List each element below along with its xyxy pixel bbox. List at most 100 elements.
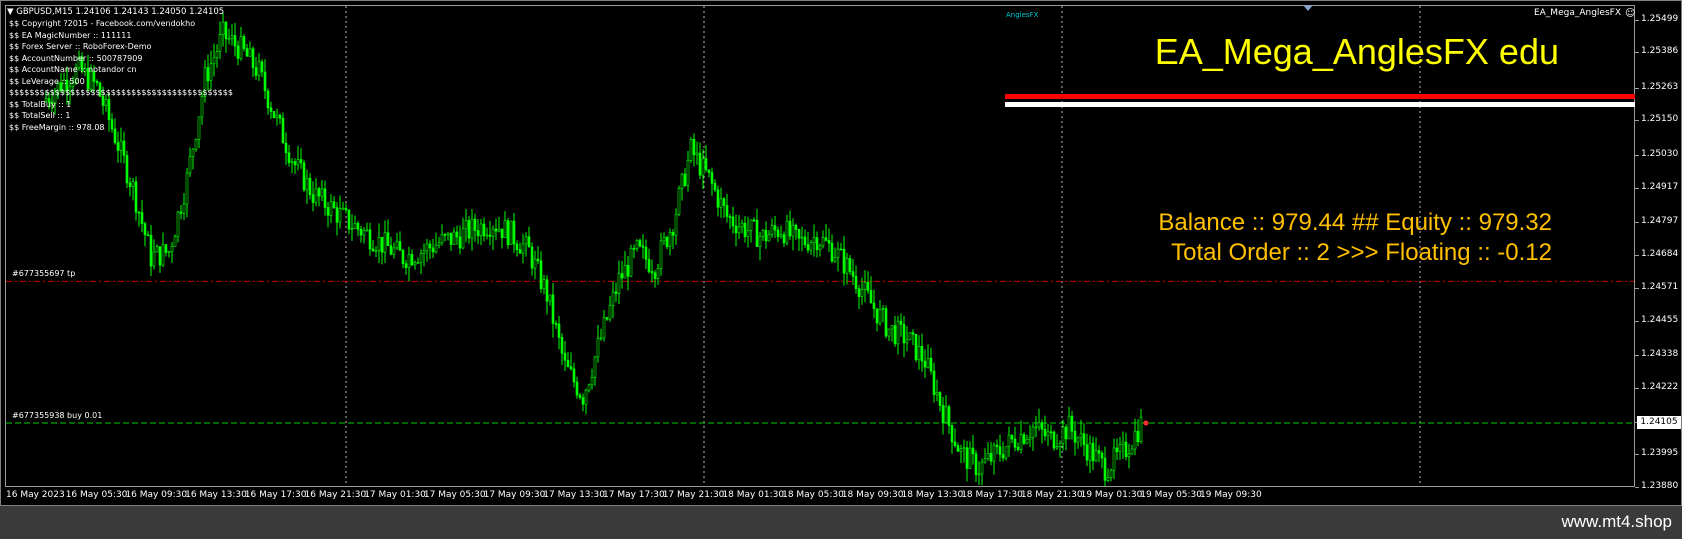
candle-body	[764, 229, 768, 242]
price-tick-label: 1.24455	[1641, 315, 1679, 326]
dropdown-triangle-icon[interactable]: ▼	[7, 7, 14, 17]
candle-body	[515, 243, 519, 250]
candle-body	[692, 139, 696, 156]
price-tick-mark	[1635, 388, 1639, 390]
candle-body	[227, 37, 231, 40]
candle-body	[1109, 469, 1113, 478]
candle-body	[467, 220, 471, 239]
candle-body	[635, 240, 639, 250]
candle-body	[569, 366, 573, 370]
candle-body	[1076, 437, 1080, 443]
candle-body	[1028, 437, 1032, 440]
time-tick-label: 17 May 21:30	[662, 490, 725, 500]
candle-body	[473, 218, 477, 231]
chart-window[interactable]: ▼ GBPUSD,M15 1.24106 1.24143 1.24050 1.2…	[0, 0, 1682, 506]
candle-body	[1127, 453, 1131, 457]
price-tick-label: 1.24684	[1641, 248, 1679, 259]
decor-bar-white	[1005, 102, 1635, 107]
candle-body	[1112, 447, 1116, 471]
candle-body	[1049, 431, 1053, 434]
candle-body	[608, 305, 612, 320]
candle-body	[257, 61, 261, 76]
candle-body	[218, 34, 222, 52]
candle-body	[287, 152, 291, 163]
candle-body	[758, 235, 762, 247]
decor-bar-red	[1005, 94, 1635, 99]
expert-name-label[interactable]: EA_Mega_AnglesFX	[1534, 8, 1621, 18]
candle-body	[734, 225, 738, 234]
info-line: $$ AccountNumber :: 500787909	[9, 53, 143, 63]
candle-body	[1130, 448, 1134, 455]
candle-body	[1133, 430, 1137, 450]
time-tick-label: 19 May 05:30	[1140, 490, 1203, 500]
info-line: $$ LeVerage :: 500	[9, 76, 85, 86]
time-tick-label: 17 May 01:30	[364, 490, 426, 500]
candle-body	[239, 36, 243, 59]
smiley-icon: ☺	[1625, 8, 1636, 19]
info-line: $$$$$$$$$$$$$$$$$$$$$$$$$$$$$$$$$$$$$$$$…	[9, 88, 233, 97]
candle-body	[686, 159, 690, 186]
candle-body	[1094, 450, 1098, 462]
candle-body	[884, 308, 888, 337]
time-tick-label: 16 May 13:30	[185, 490, 247, 500]
candle-body	[935, 392, 939, 396]
candle-body	[956, 445, 960, 452]
candle-body	[953, 441, 957, 446]
candle-body	[143, 223, 147, 236]
candle-body	[785, 220, 789, 244]
candle-body	[1061, 426, 1065, 444]
candle-body	[890, 325, 894, 330]
candle-body	[851, 271, 855, 277]
candle-body	[341, 207, 345, 210]
candle-body	[497, 228, 501, 232]
candle-body	[272, 111, 276, 118]
candle-body	[149, 234, 153, 267]
candle-body	[731, 216, 735, 227]
candle-body	[716, 189, 720, 208]
candle-body	[563, 352, 567, 361]
candle-body	[524, 236, 528, 245]
time-axis[interactable]: 16 May 2023 16 May 05:30 16 May 09:30 16 Ma…	[5, 487, 1635, 505]
candle-body	[572, 368, 576, 383]
candle-body	[662, 236, 666, 242]
price-axis[interactable]: 1.25499 1.25386 1.25263 1.25150 1.25030 1.249…	[1635, 5, 1682, 491]
candle-body	[773, 225, 777, 231]
candle-body	[278, 114, 282, 119]
candle-body	[491, 228, 495, 237]
candle-body	[836, 248, 840, 258]
candle-body	[179, 211, 183, 214]
candle-body	[1013, 438, 1017, 448]
candle-body	[779, 234, 783, 237]
candle-body	[653, 272, 657, 279]
candle-body	[965, 447, 969, 469]
candle-body	[722, 198, 726, 206]
candle-body	[827, 240, 831, 244]
candle-body	[710, 172, 714, 184]
candle-body	[701, 158, 705, 176]
price-tick-mark	[1635, 487, 1639, 488]
candle-body	[674, 213, 678, 236]
candle-body	[947, 406, 951, 426]
price-tick-label: 1.23880	[1641, 481, 1679, 491]
chart-shift-marker-icon[interactable]	[1303, 5, 1313, 11]
candle-body	[401, 250, 405, 265]
candle-body	[350, 228, 354, 230]
symbol-header-text: GBPUSD,M15 1.24106 1.24143 1.24050 1.241…	[16, 7, 225, 17]
candle-body	[548, 294, 552, 302]
candle-body	[677, 188, 681, 215]
candle-body	[134, 181, 138, 213]
candle-body	[869, 290, 873, 304]
candle-body	[560, 337, 564, 354]
candle-body	[737, 226, 741, 234]
candle-body	[1088, 442, 1092, 461]
candle-body	[173, 236, 177, 247]
price-tick-label: 1.25499	[1641, 13, 1679, 24]
candle-body	[104, 99, 108, 106]
candle-body	[161, 244, 165, 266]
candle-body	[794, 224, 798, 230]
candle-body	[398, 241, 402, 251]
candle-body	[791, 224, 795, 237]
price-tick-mark	[1635, 222, 1639, 224]
candle-body	[461, 228, 465, 249]
candle-body	[113, 128, 117, 144]
